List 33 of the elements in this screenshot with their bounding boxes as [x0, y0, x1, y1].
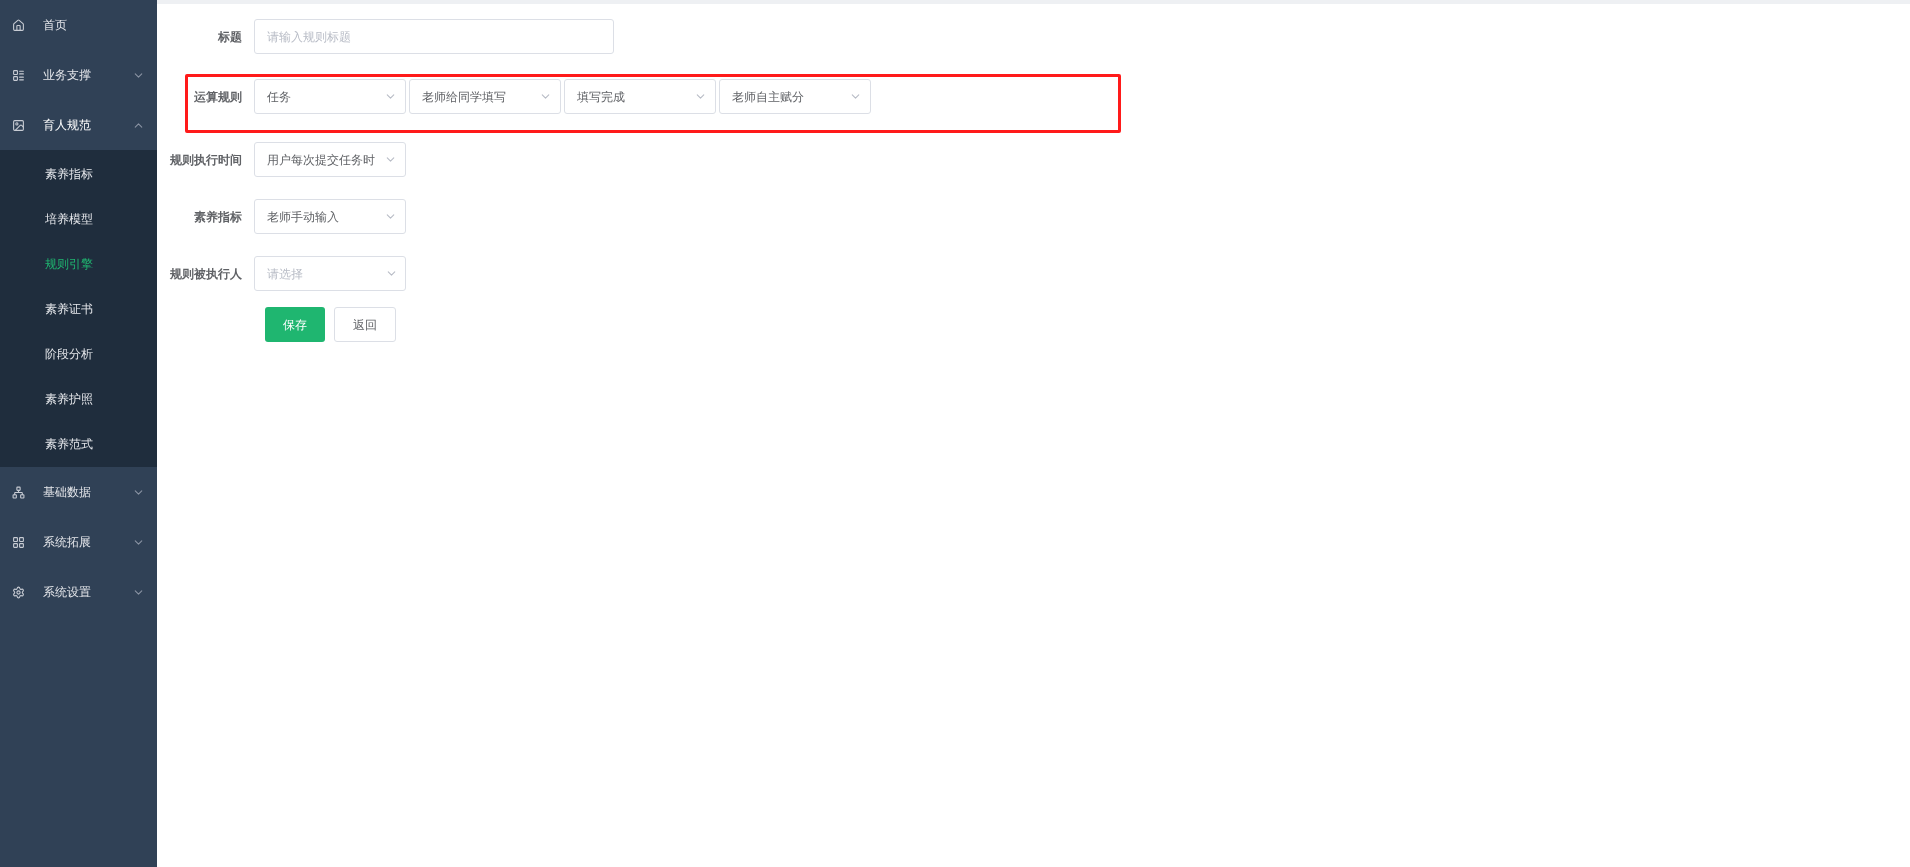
select-field[interactable]: 用户每次提交任务时	[254, 142, 406, 177]
input-field[interactable]: 请输入规则标题	[254, 19, 614, 54]
select-field[interactable]: 任务	[254, 79, 406, 114]
select-field[interactable]: 老师手动输入	[254, 199, 406, 234]
select-field[interactable]: 填写完成	[564, 79, 716, 114]
select-field[interactable]: 老师给同学填写	[409, 79, 561, 114]
sidebar-item[interactable]: 育人规范	[0, 100, 157, 150]
network-icon	[12, 485, 25, 499]
field-label: 运算规则	[193, 88, 243, 106]
submenu-item[interactable]: 阶段分析	[0, 331, 157, 376]
sidebar-item[interactable]: 业务支撑	[0, 50, 157, 100]
select-field[interactable]: 老师自主赋分	[719, 79, 871, 114]
back-button[interactable]: 返回	[334, 307, 396, 342]
grid-icon	[12, 535, 25, 549]
field-label: 标题	[217, 28, 243, 46]
sidebar-item[interactable]: 基础数据	[0, 467, 157, 517]
submenu-item[interactable]: 素养护照	[0, 376, 157, 421]
home-icon	[12, 18, 25, 32]
sidebar-item[interactable]: 系统拓展	[0, 517, 157, 567]
field-label: 素养指标	[193, 208, 243, 226]
list-icon	[12, 68, 25, 82]
settings-icon	[12, 585, 25, 599]
submenu-item[interactable]: 素养指标	[0, 151, 157, 196]
sidebar-item[interactable]: 首页	[0, 0, 157, 50]
image-icon	[12, 118, 25, 132]
submenu-item[interactable]: 培养模型	[0, 196, 157, 241]
field-label: 规则执行时间	[169, 151, 243, 169]
submenu-item[interactable]: 素养证书	[0, 286, 157, 331]
submenu-item[interactable]: 素养范式	[0, 421, 157, 466]
select-field[interactable]: 请选择	[254, 256, 406, 291]
submenu-item[interactable]: 规则引擎	[0, 241, 157, 286]
sidebar-item[interactable]: 系统设置	[0, 567, 157, 617]
field-label: 规则被执行人	[169, 265, 243, 283]
